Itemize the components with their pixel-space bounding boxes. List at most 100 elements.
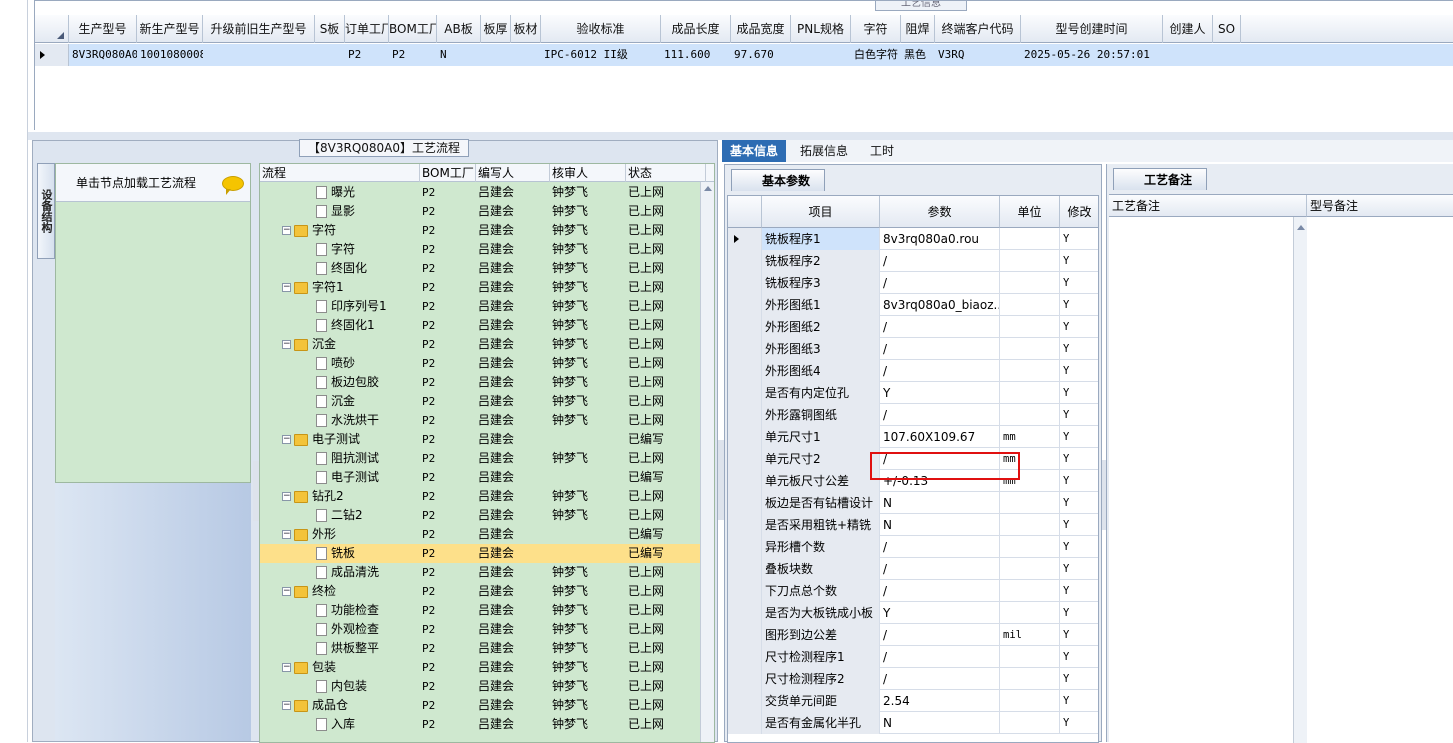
params-row-selector[interactable] xyxy=(728,426,762,448)
tree-col-header[interactable]: 流程 xyxy=(260,164,420,182)
top-row-cell[interactable]: P2 xyxy=(389,44,437,66)
params-cell-value[interactable]: / xyxy=(880,536,1000,558)
params-row[interactable]: 尺寸检测程序1/ Y xyxy=(728,646,1098,668)
params-cell-value[interactable]: / xyxy=(880,668,1000,690)
params-row[interactable]: 外形图纸1 8v3rq080a0_biaoz... Y xyxy=(728,294,1098,316)
params-cell-unit[interactable] xyxy=(1000,404,1060,426)
vertical-tab-equipment[interactable]: 设备结构 xyxy=(37,163,55,259)
scroll-up-icon[interactable] xyxy=(1297,225,1305,230)
params-row[interactable]: 是否采用粗铣+精铣 N Y xyxy=(728,514,1098,536)
params-row-selector[interactable] xyxy=(728,690,762,712)
params-cell-value[interactable]: N xyxy=(880,492,1000,514)
tree-row[interactable]: 功能检查 P2 吕建会 钟梦飞 已上网 xyxy=(260,601,700,620)
params-cell-value[interactable]: / xyxy=(880,404,1000,426)
params-cell-mod[interactable]: Y xyxy=(1060,492,1098,514)
tree-row[interactable]: 外观检查 P2 吕建会 钟梦飞 已上网 xyxy=(260,620,700,639)
params-cell-mod[interactable]: Y xyxy=(1060,558,1098,580)
top-row-cell[interactable] xyxy=(315,44,345,66)
tree-col-header[interactable]: 编写人 xyxy=(476,164,550,182)
tree-row[interactable]: 电子测试 P2 吕建会 已编写 xyxy=(260,468,700,487)
params-cell-mod[interactable]: Y xyxy=(1060,448,1098,470)
params-row-selector[interactable] xyxy=(728,272,762,294)
params-cell-mod[interactable]: Y xyxy=(1060,580,1098,602)
tree-row[interactable]: − 外形 P2 吕建会 已编写 xyxy=(260,525,700,544)
remarks-scrollbar[interactable] xyxy=(1293,217,1307,743)
tree-row[interactable]: − 沉金 P2 吕建会 钟梦飞 已上网 xyxy=(260,335,700,354)
collapse-icon[interactable]: − xyxy=(282,283,291,292)
tree-row[interactable]: − 电子测试 P2 吕建会 已编写 xyxy=(260,430,700,449)
collapse-icon[interactable]: − xyxy=(282,492,291,501)
params-cell-unit[interactable]: mm xyxy=(1000,448,1060,470)
tree-col-header[interactable]: 核审人 xyxy=(550,164,626,182)
params-row[interactable]: 外形图纸3/ Y xyxy=(728,338,1098,360)
params-cell-unit[interactable] xyxy=(1000,668,1060,690)
params-cell-value[interactable]: / xyxy=(880,316,1000,338)
top-col-header[interactable]: 型号创建时间 xyxy=(1021,15,1163,43)
tree-col-header[interactable]: BOM工厂 xyxy=(420,164,476,182)
params-row[interactable]: 异形槽个数 / Y xyxy=(728,536,1098,558)
params-cell-unit[interactable] xyxy=(1000,382,1060,404)
params-cell-unit[interactable]: mm xyxy=(1000,470,1060,492)
params-cell-unit[interactable] xyxy=(1000,250,1060,272)
params-cell-unit[interactable] xyxy=(1000,492,1060,514)
tree-row[interactable]: 内包装 P2 吕建会 钟梦飞 已上网 xyxy=(260,677,700,696)
params-row[interactable]: 下刀点总个数 / Y xyxy=(728,580,1098,602)
collapse-icon[interactable]: − xyxy=(282,530,291,539)
params-cell-mod[interactable]: Y xyxy=(1060,250,1098,272)
tree-row[interactable]: 入库 P2 吕建会 钟梦飞 已上网 xyxy=(260,715,700,734)
params-row-selector[interactable] xyxy=(728,514,762,536)
top-row-cell[interactable] xyxy=(481,44,511,66)
top-row-cell[interactable]: 黑色 xyxy=(901,44,935,66)
params-row[interactable]: 外形露铜图纸 / Y xyxy=(728,404,1098,426)
top-row-cell[interactable]: 白色字符 xyxy=(851,44,901,66)
params-cell-value[interactable]: / xyxy=(880,646,1000,668)
params-cell-value[interactable]: Y xyxy=(880,382,1000,404)
params-cell-mod[interactable]: Y xyxy=(1060,712,1098,734)
params-cell-value[interactable]: / xyxy=(880,338,1000,360)
params-col-unit[interactable]: 单位 xyxy=(1000,196,1060,228)
tree-row[interactable]: 二钻2 P2 吕建会 钟梦飞 已上网 xyxy=(260,506,700,525)
top-col-header[interactable]: 字符 xyxy=(851,15,901,43)
top-row-cell[interactable] xyxy=(1213,44,1241,66)
params-row-selector[interactable] xyxy=(728,250,762,272)
top-row-cell[interactable] xyxy=(791,44,851,66)
top-col-header[interactable]: 升级前旧生产型号 xyxy=(203,15,315,43)
top-row-cell[interactable] xyxy=(1163,44,1213,66)
params-cell-value[interactable]: N xyxy=(880,712,1000,734)
top-col-header[interactable]: 阻焊 xyxy=(901,15,935,43)
top-col-header[interactable]: AB板 xyxy=(437,15,481,43)
params-cell-mod[interactable]: Y xyxy=(1060,668,1098,690)
tree-row[interactable]: − 字符1 P2 吕建会 钟梦飞 已上网 xyxy=(260,278,700,297)
params-cell-value[interactable]: 8v3rq080a0.rou xyxy=(880,228,1000,250)
tree-row[interactable]: 字符 P2 吕建会 钟梦飞 已上网 xyxy=(260,240,700,259)
top-row-cell[interactable]: 10010800089532 xyxy=(137,44,203,66)
params-row[interactable]: 是否为大板铣成小板 Y Y xyxy=(728,602,1098,624)
params-cell-unit[interactable] xyxy=(1000,690,1060,712)
params-cell-unit[interactable] xyxy=(1000,536,1060,558)
params-row[interactable]: 铣板程序2/ Y xyxy=(728,250,1098,272)
tree-row[interactable]: 曝光 P2 吕建会 钟梦飞 已上网 xyxy=(260,183,700,202)
tree-row[interactable]: 印序列号1 P2 吕建会 钟梦飞 已上网 xyxy=(260,297,700,316)
params-cell-value[interactable]: Y xyxy=(880,602,1000,624)
top-col-header[interactable]: 板材 xyxy=(511,15,541,43)
params-cell-unit[interactable] xyxy=(1000,338,1060,360)
params-row-selector[interactable] xyxy=(728,404,762,426)
params-cell-mod[interactable]: Y xyxy=(1060,624,1098,646)
params-row-selector[interactable] xyxy=(728,580,762,602)
tree-row[interactable]: 终固化 P2 吕建会 钟梦飞 已上网 xyxy=(260,259,700,278)
params-col-mod[interactable]: 修改 xyxy=(1060,196,1098,228)
remarks-col-model[interactable]: 型号备注 xyxy=(1307,195,1453,217)
params-cell-value[interactable]: / xyxy=(880,272,1000,294)
tree-row[interactable]: 烘板整平 P2 吕建会 钟梦飞 已上网 xyxy=(260,639,700,658)
params-cell-mod[interactable]: Y xyxy=(1060,360,1098,382)
tree-row[interactable]: 喷砂 P2 吕建会 钟梦飞 已上网 xyxy=(260,354,700,373)
params-cell-mod[interactable]: Y xyxy=(1060,690,1098,712)
params-cell-mod[interactable]: Y xyxy=(1060,272,1098,294)
params-cell-mod[interactable]: Y xyxy=(1060,316,1098,338)
params-row-selector[interactable] xyxy=(728,558,762,580)
params-cell-unit[interactable] xyxy=(1000,602,1060,624)
params-cell-unit[interactable] xyxy=(1000,272,1060,294)
params-cell-mod[interactable]: Y xyxy=(1060,228,1098,250)
params-row-selector[interactable] xyxy=(728,536,762,558)
params-cell-value[interactable]: 8v3rq080a0_biaoz... xyxy=(880,294,1000,316)
